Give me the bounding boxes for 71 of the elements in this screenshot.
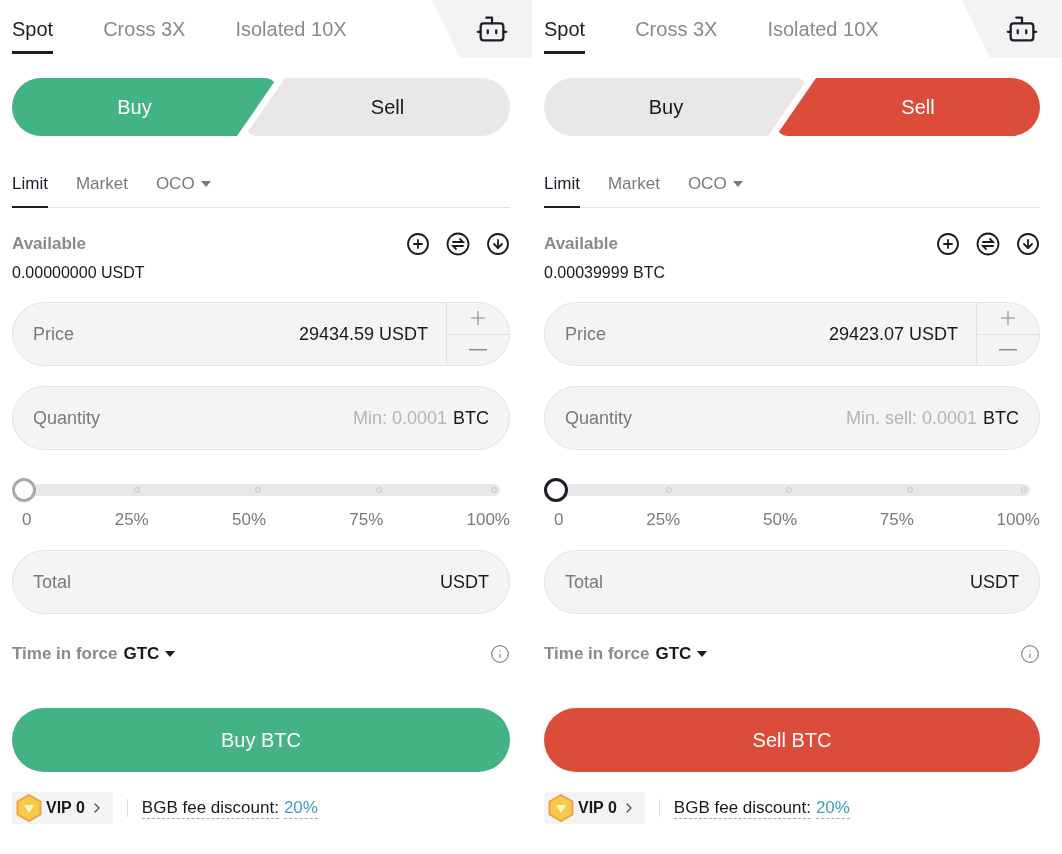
quantity-label: Quantity [565, 407, 633, 429]
swap-icon[interactable] [976, 232, 1000, 256]
slider-mark-label: 0 [554, 510, 564, 530]
total-field[interactable]: Total USDT [544, 550, 1040, 614]
order-type-tab[interactable]: Market [75, 174, 128, 208]
quantity-unit: BTC [983, 407, 1019, 429]
caret-icon [697, 651, 708, 657]
slider-mark-label: 75% [349, 510, 384, 530]
total-label: Total [565, 571, 604, 593]
quantity-field[interactable]: Quantity Min. sell: 0.0001 BTC [544, 386, 1040, 450]
vip-level-button[interactable]: VIP 0 [544, 792, 645, 824]
time-in-force-label: Time in force [12, 644, 118, 664]
slider-thumb[interactable] [544, 478, 568, 502]
tab[interactable]: Isolated 10X [235, 0, 347, 54]
slider-mark-label: 25% [646, 510, 681, 530]
tab[interactable]: Spot [544, 0, 586, 54]
slider-mark-label: 25% [114, 510, 149, 530]
vip-badge-icon [548, 794, 574, 822]
add-icon[interactable] [406, 232, 430, 256]
available-label: Available [544, 234, 619, 254]
swap-icon[interactable] [446, 232, 470, 256]
order-type-tab[interactable]: Limit [544, 174, 580, 208]
slider-mark-label: 100% [996, 510, 1040, 530]
slider-mark-label: 75% [879, 510, 914, 530]
slider-mark-label: 0 [22, 510, 32, 530]
order-type-tab[interactable]: Market [607, 174, 660, 208]
total-unit: USDT [440, 571, 489, 593]
available-label: Available [12, 234, 87, 254]
fee-discount-label: BGB fee discount: [673, 797, 811, 819]
caret-icon [165, 651, 176, 657]
order-type-tab[interactable]: Limit [12, 174, 48, 208]
total-unit: USDT [970, 571, 1019, 593]
arrow-down-icon[interactable] [1016, 232, 1040, 256]
submit-button[interactable]: Sell BTC [544, 708, 1040, 772]
order-type-tab[interactable]: OCO [687, 174, 743, 208]
quantity-unit: BTC [453, 407, 489, 429]
slider-mark-label: 50% [762, 510, 797, 530]
quantity-label: Quantity [33, 407, 101, 429]
arrow-down-icon[interactable] [486, 232, 510, 256]
time-in-force-select[interactable]: GTC [123, 644, 176, 664]
caret-icon [200, 181, 211, 187]
total-label: Total [33, 571, 72, 593]
price-label: Price [565, 323, 606, 345]
tab[interactable]: Isolated 10X [767, 0, 879, 54]
quantity-placeholder: Min: 0.0001 [352, 407, 447, 429]
tab[interactable]: Cross 3X [635, 0, 718, 54]
price-value: 29423.07 USDT [828, 323, 958, 345]
tab[interactable]: Cross 3X [103, 0, 186, 54]
available-balance: 0.00039999 BTC [544, 264, 666, 282]
info-icon[interactable] [1020, 644, 1040, 664]
caret-icon [732, 181, 743, 187]
vip-level-button[interactable]: VIP 0 [12, 792, 113, 824]
quantity-placeholder: Min. sell: 0.0001 [845, 407, 977, 429]
vip-badge-icon [16, 794, 42, 822]
available-balance: 0.00000000 USDT [12, 264, 146, 282]
price-value: 29434.59 USDT [298, 323, 428, 345]
total-field[interactable]: Total USDT [12, 550, 510, 614]
info-icon[interactable] [490, 644, 510, 664]
price-label: Price [33, 323, 74, 345]
tab[interactable]: Spot [12, 0, 54, 54]
minus-icon [469, 348, 487, 351]
slider-thumb[interactable] [12, 478, 36, 502]
time-in-force-select[interactable]: GTC [655, 644, 708, 664]
slider-mark-label: 100% [466, 510, 510, 530]
time-in-force-label: Time in force [544, 644, 650, 664]
quantity-field[interactable]: Quantity Min: 0.0001 BTC [12, 386, 510, 450]
fee-discount-label: BGB fee discount: [141, 797, 279, 819]
minus-icon [999, 348, 1017, 351]
add-icon[interactable] [936, 232, 960, 256]
order-type-tab[interactable]: OCO [155, 174, 211, 208]
slider-mark-label: 50% [231, 510, 266, 530]
